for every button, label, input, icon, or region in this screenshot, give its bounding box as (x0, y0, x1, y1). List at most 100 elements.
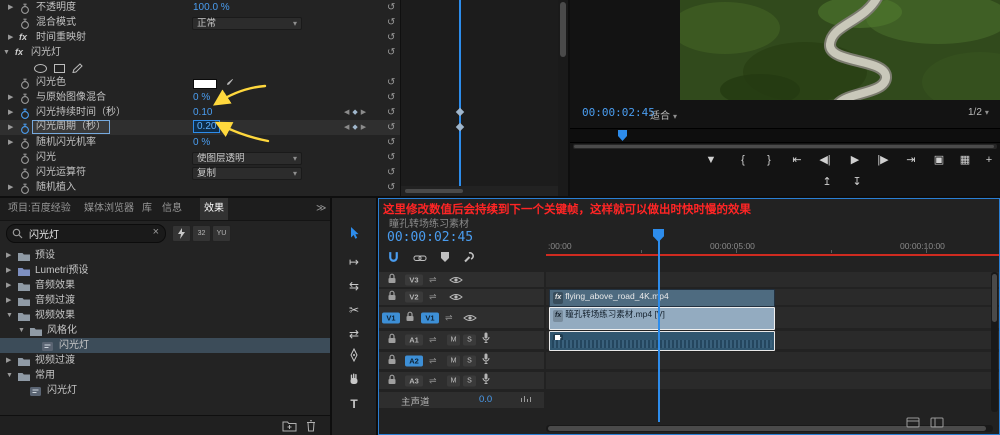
tree-item-audio-transitions[interactable]: ▶ 音频过渡 (0, 293, 330, 308)
solo-button[interactable]: S (463, 335, 476, 346)
delete-icon[interactable] (306, 419, 316, 432)
mute-button[interactable]: M (447, 375, 460, 386)
track-select-forward-tool[interactable]: ↦ (344, 252, 364, 272)
sync-lock-icon[interactable]: ⇌ (429, 292, 437, 303)
tree-item-strobe-light-selected[interactable]: 闪光灯 (0, 338, 330, 353)
stopwatch-icon[interactable] (20, 168, 30, 179)
timeline-timecode[interactable]: 00:00:02:45 (387, 230, 473, 245)
track-target-badge[interactable]: V2 (405, 292, 423, 303)
step-back-button[interactable]: ◀| (814, 150, 836, 170)
program-timecode[interactable]: 00:00:02:45 (582, 106, 655, 119)
ripple-edit-tool[interactable]: ⇆ (344, 276, 364, 296)
effect-keyframe-timeline[interactable] (400, 0, 559, 186)
export-frame-button[interactable]: ▣ (928, 150, 950, 170)
stopwatch-icon[interactable] (20, 153, 30, 164)
tree-item-strobe-light-favorite[interactable]: 闪光灯 (0, 383, 330, 398)
stopwatch-icon[interactable] (20, 123, 30, 134)
pen-mask-icon[interactable] (72, 63, 83, 73)
keyframe-nav[interactable]: ◀◆▶ (344, 105, 369, 120)
color-swatch[interactable] (193, 79, 217, 89)
sync-lock-icon[interactable]: ⇌ (429, 274, 437, 285)
sequence-tab[interactable]: 瞳孔转场练习素材 (389, 215, 469, 230)
32bit-filter-icon[interactable]: 32 (192, 225, 211, 242)
tree-item-presets[interactable]: ▶ 预设 (0, 248, 330, 263)
track-output-eye-icon[interactable] (449, 271, 463, 289)
extract-button[interactable]: ↧ (846, 172, 868, 192)
timeline-bottom-icon-2[interactable] (930, 417, 944, 428)
timeline-settings-wrench-icon[interactable] (463, 251, 475, 263)
lock-icon[interactable] (387, 288, 397, 306)
stopwatch-icon[interactable] (20, 3, 30, 14)
twirl-icon[interactable]: ▶ (6, 353, 11, 368)
voiceover-mic-icon[interactable] (481, 352, 491, 370)
reset-icon[interactable]: ↺ (387, 75, 395, 90)
ellipse-mask-icon[interactable] (34, 64, 47, 73)
reset-icon[interactable]: ↺ (387, 15, 395, 30)
solo-button[interactable]: S (463, 375, 476, 386)
random-probability-value[interactable]: 0 % (193, 135, 210, 150)
tree-item-stylize[interactable]: ▼ 风格化 (0, 323, 330, 338)
clip-a1-audio-selected[interactable]: fx (549, 331, 775, 351)
snap-icon[interactable] (387, 251, 400, 264)
step-forward-button[interactable]: |▶ (872, 150, 894, 170)
track-lane-a3[interactable] (546, 372, 999, 389)
stopwatch-icon[interactable] (20, 183, 30, 194)
playhead[interactable] (658, 240, 660, 422)
add-keyframe-icon[interactable]: ◆ (352, 109, 360, 116)
lock-icon[interactable] (387, 271, 397, 289)
twirl-icon[interactable]: ▼ (6, 368, 13, 383)
reset-icon[interactable]: ↺ (387, 30, 395, 45)
track-output-eye-icon[interactable] (463, 309, 477, 327)
flash-dropdown[interactable]: 使图层透明▾ (192, 152, 302, 165)
clip-v1-selected[interactable]: fx瞳孔转场练习素材.mp4 [V] (549, 307, 775, 330)
timeline-vertical-scrollbar[interactable] (991, 272, 998, 412)
twirl-icon[interactable]: ▶ (8, 105, 13, 120)
twirl-icon[interactable]: ▶ (6, 293, 11, 308)
play-button[interactable]: ▶ (844, 150, 866, 170)
mark-out-button[interactable]: } (758, 150, 780, 170)
monitor-playhead[interactable] (618, 130, 627, 141)
source-patch-badge[interactable]: V1 (382, 312, 400, 323)
track-lane-a2[interactable] (546, 352, 999, 369)
reset-icon[interactable]: ↺ (387, 135, 395, 150)
clip-v2-flying-above-road[interactable]: fxflying_above_road_4K.mp4 (549, 289, 775, 307)
lock-icon[interactable] (405, 309, 415, 327)
tab-project[interactable]: 项目:百度经验 (4, 198, 75, 220)
next-keyframe-icon[interactable]: ▶ (361, 109, 369, 116)
voiceover-mic-icon[interactable] (481, 331, 491, 349)
add-keyframe-icon[interactable]: ◆ (352, 124, 360, 131)
monitor-zoom-scrollbar[interactable] (573, 144, 997, 149)
tree-item-favorites-bin[interactable]: ▼ 常用 (0, 368, 330, 383)
blend-original-value[interactable]: 0 % (193, 90, 210, 105)
add-marker-button[interactable]: ▼ (700, 150, 722, 170)
clear-search-icon[interactable]: × (153, 226, 159, 238)
slip-tool[interactable]: ⇄ (344, 324, 364, 344)
voiceover-mic-icon[interactable] (481, 372, 491, 390)
reset-icon[interactable]: ↺ (387, 180, 395, 195)
stopwatch-icon[interactable] (20, 108, 30, 119)
razor-tool[interactable]: ✂ (344, 300, 364, 320)
button-editor-button[interactable]: + (978, 150, 1000, 170)
tab-effects[interactable]: 效果 (200, 198, 228, 220)
twirl-icon[interactable]: ▶ (6, 248, 11, 263)
mute-button[interactable]: M (447, 355, 460, 366)
reset-icon[interactable]: ↺ (387, 105, 395, 120)
twirl-icon[interactable]: ▼ (3, 45, 10, 60)
go-to-out-button[interactable]: ⇥ (900, 150, 922, 170)
twirl-icon[interactable]: ▶ (6, 263, 11, 278)
opacity-value[interactable]: 100.0 % (193, 0, 230, 15)
timeline-horizontal-scrollbar[interactable] (546, 425, 993, 432)
reset-icon[interactable]: ↺ (387, 150, 395, 165)
search-input[interactable] (27, 226, 143, 241)
mark-in-button[interactable]: { (732, 150, 754, 170)
sync-lock-icon[interactable]: ⇌ (429, 375, 437, 386)
playback-resolution-dropdown[interactable]: 1/2▾ (968, 107, 989, 118)
fx-badge-icon[interactable]: fx (19, 30, 27, 45)
reset-icon[interactable]: ↺ (387, 45, 395, 60)
sync-lock-icon[interactable]: ⇌ (445, 312, 453, 323)
playhead[interactable] (459, 0, 461, 186)
rectangle-mask-icon[interactable] (54, 64, 65, 73)
track-target-badge[interactable]: A2 (405, 355, 423, 366)
effects-search-box[interactable]: × (6, 224, 166, 243)
selection-tool[interactable] (344, 226, 364, 246)
